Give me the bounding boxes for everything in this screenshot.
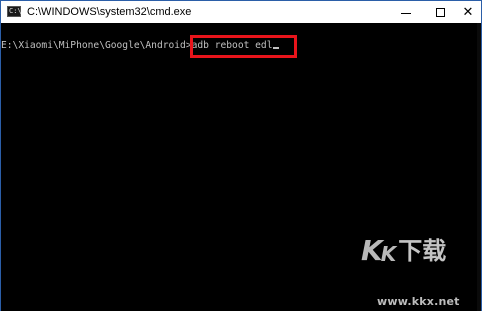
watermark-letter-k: K <box>361 234 383 267</box>
maximize-icon <box>435 7 445 17</box>
close-button[interactable]: ✕ <box>451 1 482 23</box>
cmd-app-icon[interactable] <box>7 6 22 17</box>
minimize-icon <box>401 12 411 14</box>
minimize-button[interactable] <box>389 1 423 23</box>
title-bar[interactable]: C:\WINDOWS\system32\cmd.exe ✕ <box>1 1 481 23</box>
command-highlight-box <box>190 35 297 58</box>
cmd-window: C:\WINDOWS\system32\cmd.exe ✕ E:\Xiaomi\… <box>0 0 482 311</box>
watermark-logo: K K 下载 <box>361 234 447 267</box>
console-area[interactable]: E:\Xiaomi\MiPhone\Google\Android>adb reb… <box>1 23 481 311</box>
window-title: C:\WINDOWS\system32\cmd.exe <box>27 6 192 18</box>
watermark-cjk: 下载 <box>398 237 447 265</box>
scrollbar[interactable] <box>477 23 481 311</box>
watermark-url: www.kkx.net <box>377 295 460 308</box>
prompt-path: E:\Xiaomi\MiPhone\Google\Android> <box>1 40 192 51</box>
watermark-letter-k-small: K <box>380 242 397 266</box>
close-icon: ✕ <box>462 4 474 20</box>
